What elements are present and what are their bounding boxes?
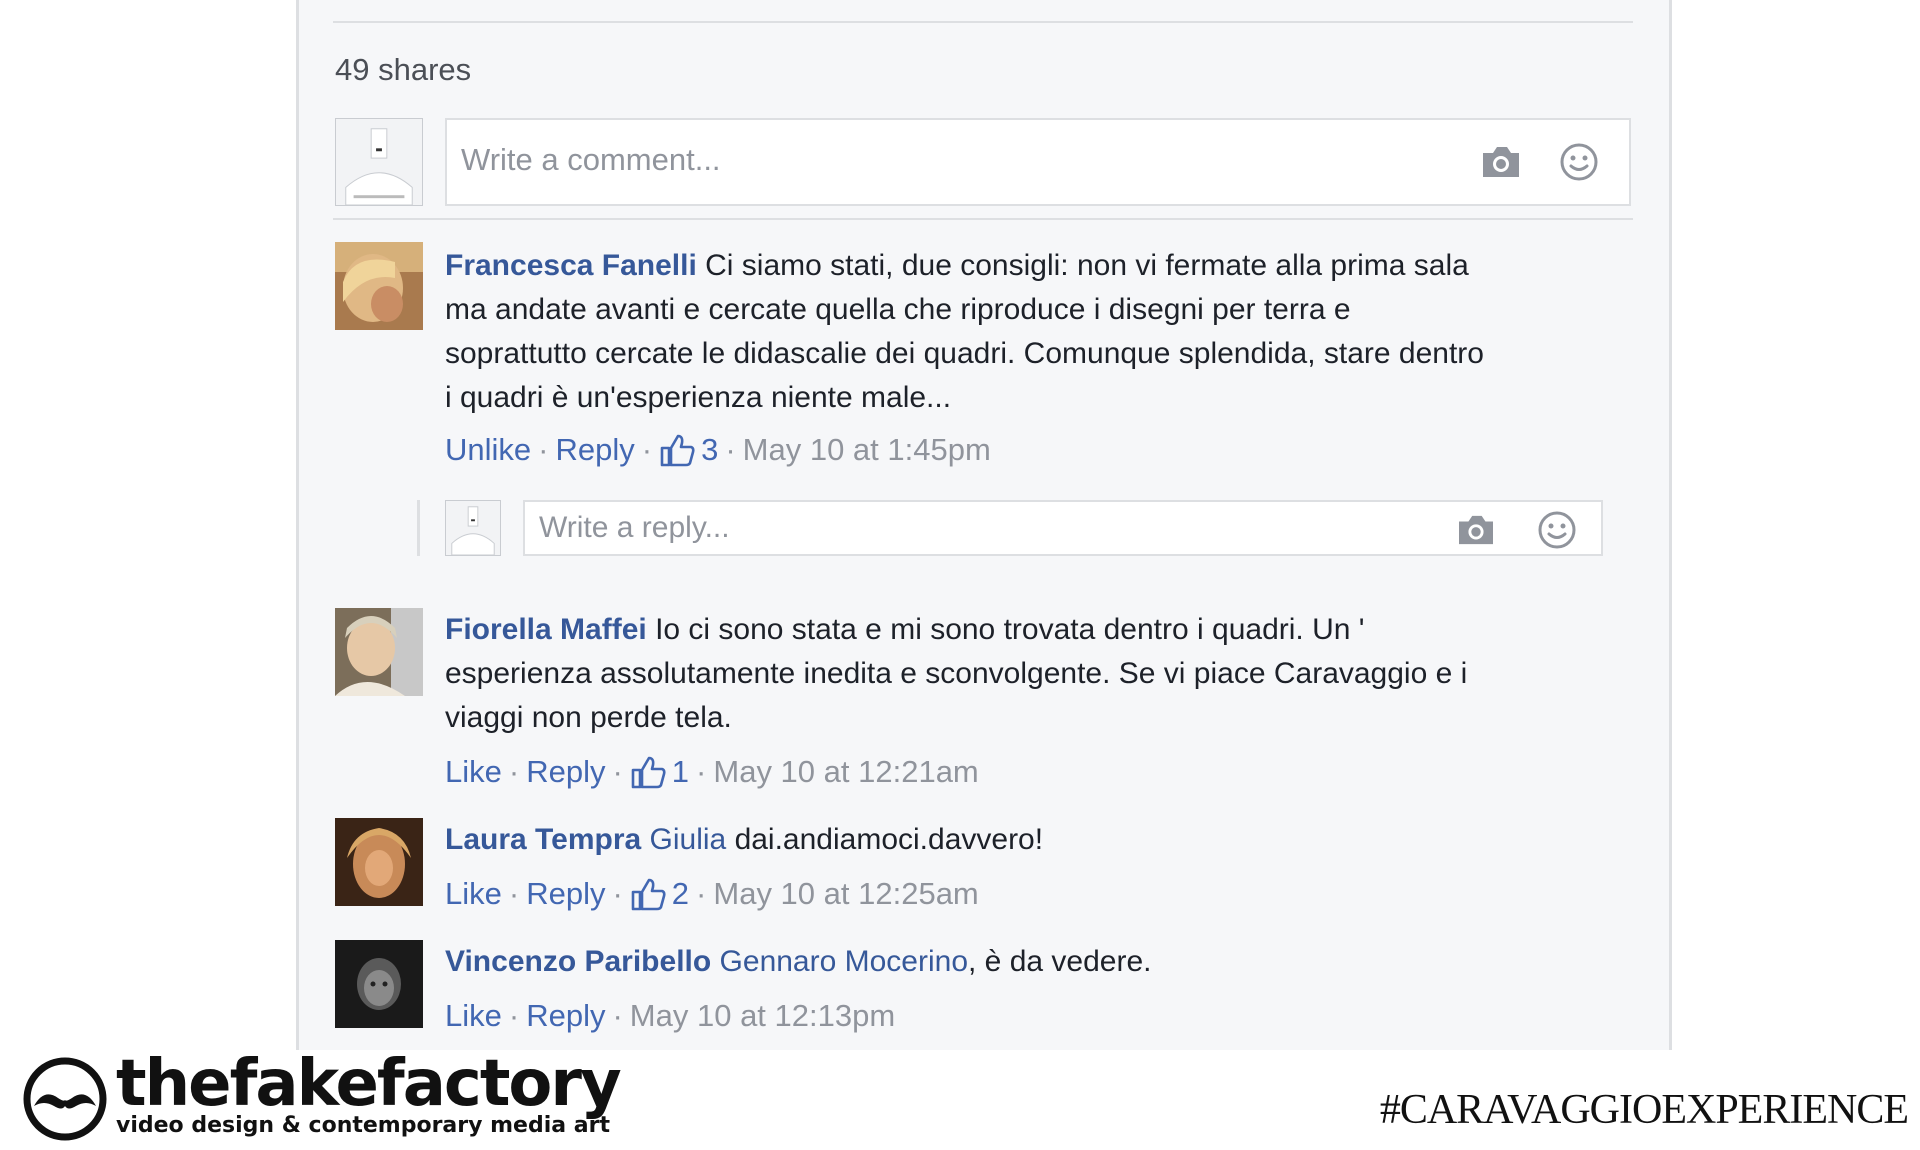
like-link[interactable]: Like bbox=[445, 876, 502, 912]
comment-body: Vincenzo Paribello Gennaro Mocerino, è d… bbox=[445, 940, 1625, 984]
reply-link[interactable]: Reply bbox=[526, 754, 605, 790]
like-count[interactable]: 2 bbox=[672, 876, 689, 912]
reply-link[interactable]: Reply bbox=[526, 876, 605, 912]
comment-placeholder: Write a comment... bbox=[461, 142, 721, 177]
comment-line: , è da vedere. bbox=[968, 945, 1152, 978]
like-count[interactable]: 1 bbox=[672, 754, 689, 790]
comment-body: Laura Tempra Giulia dai.andiamoci.davver… bbox=[445, 818, 1625, 862]
mention-link[interactable]: Giulia bbox=[650, 823, 727, 856]
comment-actions: Like · Reply · May 10 at 12:13pm bbox=[445, 998, 896, 1034]
reply-input[interactable]: Write a reply... bbox=[523, 500, 1603, 556]
smiley-icon[interactable] bbox=[1537, 510, 1577, 550]
avatar-francesca-fanelli[interactable] bbox=[335, 242, 423, 330]
unlike-link[interactable]: Unlike bbox=[445, 432, 531, 468]
like-link[interactable]: Like bbox=[445, 998, 502, 1034]
thumbs-up-icon[interactable] bbox=[630, 876, 666, 912]
like-count[interactable]: 3 bbox=[701, 432, 718, 468]
hashtag: #CARAVAGGIOEXPERIENCE bbox=[1379, 1087, 1909, 1133]
avatar-vincenzo-paribello[interactable] bbox=[335, 940, 423, 1028]
avatar-laura-tempra[interactable] bbox=[335, 818, 423, 906]
comment-line: esperienza assolutamente inedita e sconv… bbox=[445, 657, 1468, 690]
comment-timestamp[interactable]: May 10 at 1:45pm bbox=[743, 432, 991, 468]
reply-link[interactable]: Reply bbox=[526, 998, 605, 1034]
comment-actions: Like · Reply · 2 · May 10 at 12:25am bbox=[445, 876, 979, 912]
comment-input[interactable]: Write a comment... bbox=[445, 118, 1631, 206]
comment-author-link[interactable]: Laura Tempra bbox=[445, 823, 641, 856]
comment-line: dai.andiamoci.davvero! bbox=[734, 823, 1044, 856]
reply-link[interactable]: Reply bbox=[555, 432, 634, 468]
comment-body: Fiorella Maffei Io ci sono stata e mi so… bbox=[445, 608, 1625, 740]
composer-divider bbox=[333, 218, 1633, 220]
comment-author-link[interactable]: Fiorella Maffei bbox=[445, 613, 647, 646]
thumbs-up-icon[interactable] bbox=[659, 432, 695, 468]
comment-actions: Unlike · Reply · 3 · May 10 at 1:45pm bbox=[445, 432, 991, 468]
mention-link[interactable]: Gennaro Mocerino bbox=[720, 945, 968, 978]
current-user-avatar bbox=[335, 118, 423, 206]
comment-line: soprattutto cercate le didascalie dei qu… bbox=[445, 337, 1484, 370]
comments-panel: 49 shares Write a comment... Francesca F… bbox=[296, 0, 1672, 1050]
comment-author-link[interactable]: Vincenzo Paribello bbox=[445, 945, 711, 978]
comment-timestamp[interactable]: May 10 at 12:21am bbox=[713, 754, 978, 790]
current-user-avatar-small bbox=[445, 500, 501, 556]
comment-line: Ci siamo stati, due consigli: non vi fer… bbox=[705, 249, 1469, 282]
thefakefactory-logo: thefakefactory video design & contempora… bbox=[22, 1047, 622, 1142]
reply-placeholder: Write a reply... bbox=[539, 511, 730, 544]
thumbs-up-icon[interactable] bbox=[630, 754, 666, 790]
comment-body: Francesca Fanelli Ci siamo stati, due co… bbox=[445, 244, 1625, 420]
comment-timestamp[interactable]: May 10 at 12:13pm bbox=[630, 998, 895, 1034]
comment-line: i quadri è un'esperienza niente male... bbox=[445, 381, 952, 414]
comment-author-link[interactable]: Francesca Fanelli bbox=[445, 249, 697, 282]
shares-count-link[interactable]: 49 shares bbox=[335, 52, 471, 88]
camera-icon[interactable] bbox=[1455, 513, 1497, 547]
reply-thread-line bbox=[417, 500, 420, 556]
comment-line: Io ci sono stata e mi sono trovata dentr… bbox=[655, 613, 1365, 646]
comment-line: viaggi non perde tela. bbox=[445, 701, 732, 734]
smiley-icon[interactable] bbox=[1559, 142, 1599, 182]
top-divider bbox=[333, 21, 1633, 23]
comment-actions: Like · Reply · 1 · May 10 at 12:21am bbox=[445, 754, 979, 790]
comment-line: ma andate avanti e cercate quella che ri… bbox=[445, 293, 1351, 326]
camera-icon[interactable] bbox=[1479, 144, 1523, 180]
comment-timestamp[interactable]: May 10 at 12:25am bbox=[713, 876, 978, 912]
mustache-logo-icon bbox=[23, 1057, 107, 1141]
like-link[interactable]: Like bbox=[445, 754, 502, 790]
logo-tagline: video design & contemporary media art bbox=[116, 1113, 610, 1138]
logo-name: thefakefactory bbox=[116, 1047, 622, 1121]
avatar-fiorella-maffei[interactable] bbox=[335, 608, 423, 696]
